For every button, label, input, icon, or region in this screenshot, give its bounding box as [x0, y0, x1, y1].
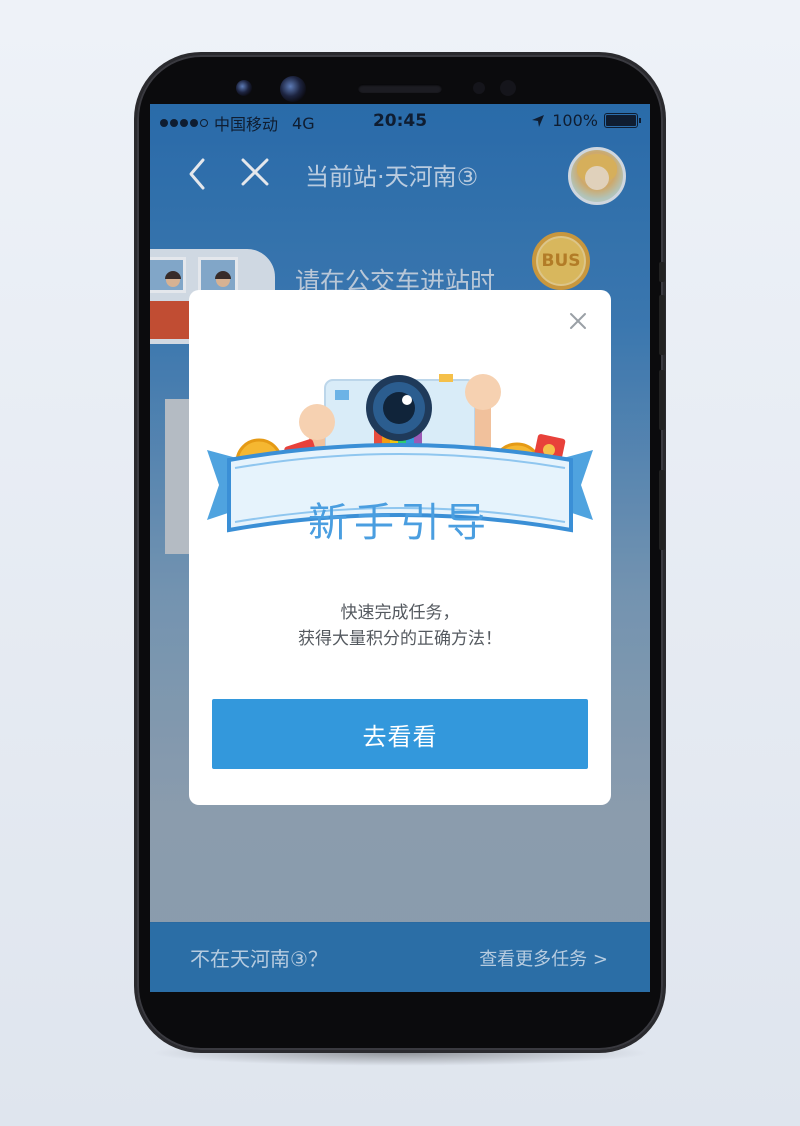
subtitle-line-2: 获得大量积分的正确方法！: [298, 629, 502, 649]
volume-down-button: [659, 370, 665, 430]
guide-banner-text: 新手引导: [308, 500, 492, 546]
earpiece-speaker: [358, 84, 442, 93]
mute-switch: [659, 262, 665, 282]
sensor-dot: [473, 82, 485, 94]
power-button: [659, 470, 665, 550]
more-tasks-link[interactable]: 查看更多任务 >: [479, 945, 608, 971]
front-camera: [280, 76, 306, 102]
subtitle-line-1: 快速完成任务，: [340, 603, 460, 623]
close-icon[interactable]: [567, 310, 589, 332]
phone-screen: 中国移动 4G 20:45 100% 当前站·天河南③ BUS 请在公交车进站时…: [150, 104, 650, 992]
modal-subtitle: 快速完成任务， 获得大量积分的正确方法！: [189, 600, 611, 652]
go-see-button[interactable]: 去看看: [212, 699, 588, 769]
change-station-link[interactable]: 不在天河南③？: [190, 943, 328, 972]
volume-up-button: [659, 295, 665, 355]
guide-modal: B B 新手引导 快速完成任务， 获得大量积分的正确方法！ 去看看: [189, 290, 611, 805]
sensor-dot: [500, 80, 516, 96]
front-sensor: [236, 80, 252, 96]
bottom-bar: 不在天河南③？ 查看更多任务 >: [150, 922, 650, 992]
